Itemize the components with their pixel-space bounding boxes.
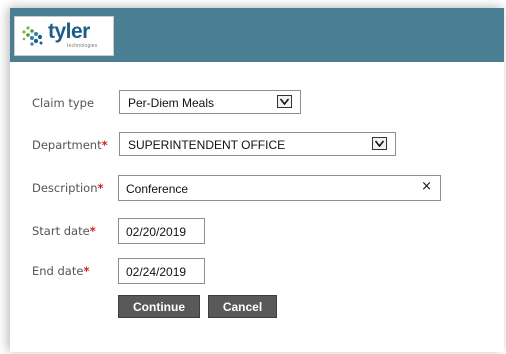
claim-type-value: Per-Diem Meals: [128, 96, 215, 110]
required-marker: *: [89, 224, 96, 238]
claim-type-select[interactable]: Per-Diem Meals: [119, 90, 301, 114]
brand-tagline: technologies: [67, 43, 98, 49]
description-row: Description* Conference ×: [10, 175, 504, 201]
close-icon[interactable]: ×: [421, 179, 432, 194]
claim-type-row: Claim type Per-Diem Meals: [10, 90, 504, 116]
department-value: SUPERINTENDENT OFFICE: [128, 138, 286, 152]
tyler-logo[interactable]: tyler technologies: [14, 16, 114, 56]
start-date-row: Start date* 02/20/2019: [10, 218, 504, 244]
end-date-input[interactable]: 02/24/2019: [118, 258, 205, 284]
end-date-value: 02/24/2019: [126, 265, 187, 279]
required-marker: *: [97, 181, 104, 195]
required-marker: *: [101, 138, 108, 152]
tyler-logo-icon: [22, 26, 43, 46]
chevron-down-icon[interactable]: [372, 137, 387, 150]
end-date-row: End date* 02/24/2019: [10, 258, 504, 284]
department-select[interactable]: SUPERINTENDENT OFFICE: [119, 132, 396, 156]
claim-type-label: Claim type: [32, 96, 95, 110]
description-value: Conference: [126, 182, 189, 196]
start-date-input[interactable]: 02/20/2019: [118, 218, 205, 244]
start-date-value: 02/20/2019: [126, 225, 187, 239]
end-date-label: End date*: [32, 264, 90, 278]
chevron-down-icon[interactable]: [277, 95, 292, 108]
claim-form-window: tyler technologies Claim type Per-Diem M…: [10, 8, 504, 352]
department-label: Department*: [32, 138, 108, 152]
header-bar: tyler technologies: [10, 8, 504, 62]
required-marker: *: [83, 264, 90, 278]
cancel-button[interactable]: Cancel: [208, 295, 277, 318]
department-row: Department* SUPERINTENDENT OFFICE: [10, 132, 504, 158]
description-input[interactable]: Conference ×: [118, 175, 441, 201]
brand-name: tyler: [48, 20, 90, 43]
description-label: Description*: [32, 181, 104, 195]
continue-button[interactable]: Continue: [118, 295, 200, 318]
start-date-label: Start date*: [32, 224, 96, 238]
